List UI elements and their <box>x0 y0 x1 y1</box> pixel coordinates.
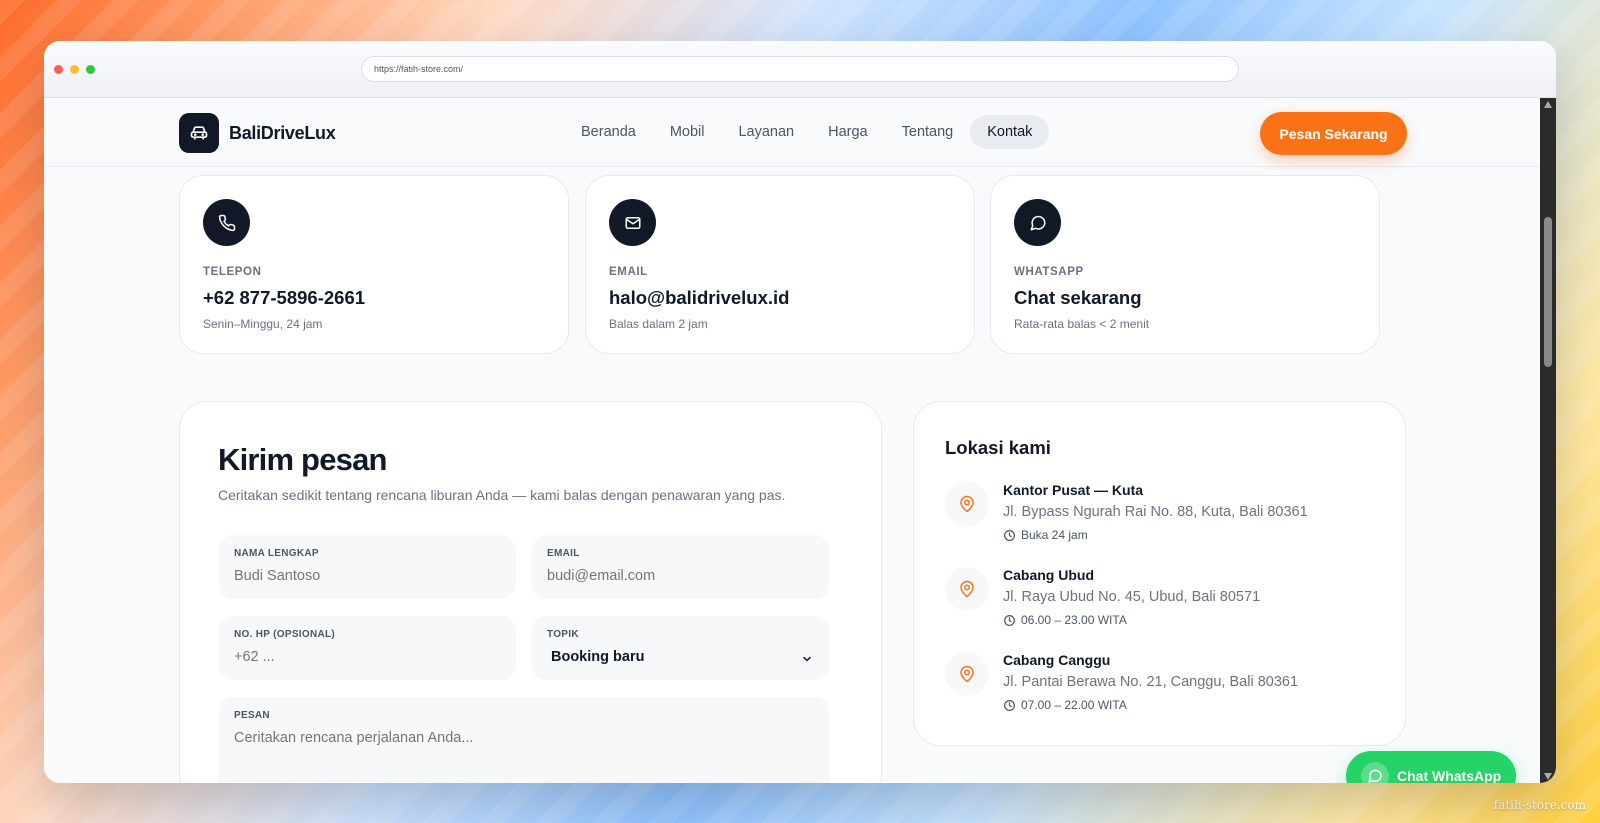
form-description: Ceritakan sedikit tentang rencana libura… <box>218 487 786 503</box>
location-hours-text: 06.00 – 23.00 WITA <box>1021 613 1127 627</box>
location-hours: 07.00 – 22.00 WITA <box>1003 698 1127 712</box>
name-input[interactable] <box>234 568 500 584</box>
contact-card-whatsapp: WHATSAPP Chat sekarang Rata-rata balas <… <box>990 175 1380 354</box>
whatsapp-float-label: Chat WhatsApp <box>1397 768 1502 783</box>
main-nav: Beranda Mobil Layanan Harga Tentang Kont… <box>564 115 1050 149</box>
email-field: EMAIL <box>531 535 830 599</box>
brand-logo[interactable]: BaliDriveLux <box>179 113 336 153</box>
email-input[interactable] <box>547 568 814 584</box>
phone-number[interactable]: +62 877-5896-2661 <box>203 287 365 309</box>
email-address[interactable]: halo@balidrivelux.id <box>609 287 789 309</box>
locations-title: Lokasi kami <box>945 437 1051 458</box>
contact-card-phone: TELEPON +62 877-5896-2661 Senin–Minggu, … <box>179 175 569 354</box>
site-header: BaliDriveLux Beranda Mobil Layanan Harga… <box>44 98 1540 167</box>
nav-item-kontak[interactable]: Kontak <box>970 115 1050 149</box>
nav-item-mobil[interactable]: Mobil <box>653 115 722 149</box>
page-viewport: BaliDriveLux Beranda Mobil Layanan Harga… <box>44 98 1540 783</box>
phone-field: NO. HP (OPSIONAL) <box>218 616 516 680</box>
nav-item-layanan[interactable]: Layanan <box>721 115 811 149</box>
location-address: Jl. Raya Ubud No. 45, Ubud, Bali 80571 <box>1003 589 1261 605</box>
address-bar[interactable]: https://fatih-store.com/ <box>361 56 1239 82</box>
location-address: Jl. Pantai Berawa No. 21, Canggu, Bali 8… <box>1003 674 1299 690</box>
vertical-scrollbar[interactable] <box>1540 98 1556 783</box>
card-label: TELEPON <box>203 266 262 278</box>
brand-name: BaliDriveLux <box>229 122 336 143</box>
location-name: Kantor Pusat — Kuta <box>1003 482 1144 498</box>
card-subtext: Balas dalam 2 jam <box>609 317 708 331</box>
card-label: EMAIL <box>609 266 648 278</box>
nav-item-beranda[interactable]: Beranda <box>564 115 653 149</box>
scroll-up-arrow-icon[interactable] <box>1544 101 1552 108</box>
map-pin-icon <box>945 567 989 611</box>
whatsapp-chat-link[interactable]: Chat sekarang <box>1014 287 1142 309</box>
nav-item-harga[interactable]: Harga <box>811 115 885 149</box>
contact-card-email: EMAIL halo@balidrivelux.id Balas dalam 2… <box>585 175 975 354</box>
clock-icon <box>1004 699 1015 711</box>
whatsapp-icon <box>1361 762 1389 783</box>
topic-select[interactable]: TOPIK Booking baru <box>531 616 830 680</box>
contact-form-panel: Kirim pesan Ceritakan sedikit tentang re… <box>179 401 882 783</box>
message-field: PESAN <box>218 697 830 783</box>
location-address: Jl. Bypass Ngurah Rai No. 88, Kuta, Bali… <box>1003 504 1308 520</box>
chevron-down-icon <box>801 652 813 670</box>
clock-icon <box>1004 529 1015 541</box>
location-hours: Buka 24 jam <box>1003 528 1088 542</box>
message-textarea[interactable] <box>234 730 814 746</box>
location-item: Cabang Canggu Jl. Pantai Berawa No. 21, … <box>945 652 1385 722</box>
location-name: Cabang Ubud <box>1003 567 1094 583</box>
location-hours-text: 07.00 – 22.00 WITA <box>1021 698 1127 712</box>
locations-panel: Lokasi kami Kantor Pusat — Kuta Jl. Bypa… <box>913 401 1406 746</box>
name-field: NAMA LENGKAP <box>218 535 516 599</box>
clock-icon <box>1004 614 1015 626</box>
location-hours-text: Buka 24 jam <box>1021 528 1088 542</box>
location-name: Cabang Canggu <box>1003 652 1111 668</box>
minimize-window-button[interactable] <box>70 65 79 74</box>
card-label: WHATSAPP <box>1014 266 1084 278</box>
location-item: Kantor Pusat — Kuta Jl. Bypass Ngurah Ra… <box>945 482 1385 552</box>
topic-field-label: TOPIK <box>547 629 579 640</box>
card-subtext: Rata-rata balas < 2 menit <box>1014 317 1150 331</box>
window-controls <box>54 65 95 74</box>
name-field-label: NAMA LENGKAP <box>234 548 319 559</box>
scrollbar-thumb[interactable] <box>1544 217 1552 367</box>
phone-icon <box>203 199 250 246</box>
form-title: Kirim pesan <box>218 442 387 477</box>
message-field-label: PESAN <box>234 710 270 721</box>
maximize-window-button[interactable] <box>86 65 95 74</box>
phone-input[interactable] <box>234 649 500 665</box>
browser-titlebar: https://fatih-store.com/ <box>44 41 1556 98</box>
map-pin-icon <box>945 482 989 526</box>
email-field-label: EMAIL <box>547 548 580 559</box>
card-subtext: Senin–Minggu, 24 jam <box>203 317 323 331</box>
order-now-button[interactable]: Pesan Sekarang <box>1260 112 1407 155</box>
browser-window: https://fatih-store.com/ BaliDriveLux Be… <box>44 41 1556 783</box>
scroll-down-arrow-icon[interactable] <box>1544 773 1552 780</box>
phone-field-label: NO. HP (OPSIONAL) <box>234 629 336 640</box>
close-window-button[interactable] <box>54 65 63 74</box>
location-item: Cabang Ubud Jl. Raya Ubud No. 45, Ubud, … <box>945 567 1385 637</box>
chat-bubble-icon <box>1014 199 1061 246</box>
map-pin-icon <box>945 652 989 696</box>
mail-icon <box>609 199 656 246</box>
car-icon <box>179 113 219 153</box>
location-hours: 06.00 – 23.00 WITA <box>1003 613 1127 627</box>
topic-selected-value: Booking baru <box>551 649 645 665</box>
whatsapp-float-button[interactable]: Chat WhatsApp <box>1346 751 1516 783</box>
nav-item-tentang[interactable]: Tentang <box>885 115 971 149</box>
watermark-text: fatih-store.com <box>1493 798 1586 812</box>
